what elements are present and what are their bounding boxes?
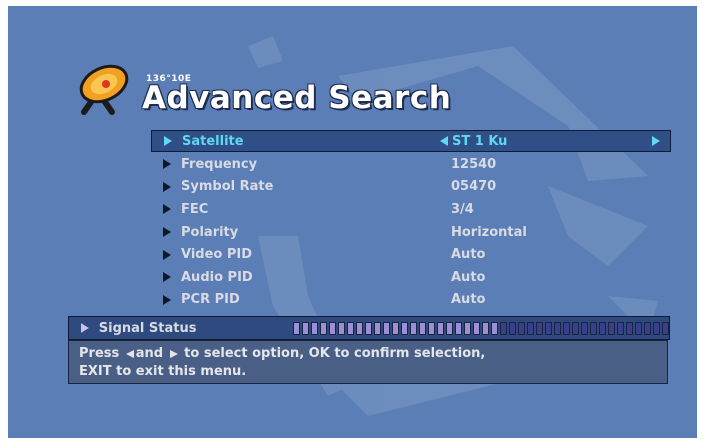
pointer-arrow-icon bbox=[163, 294, 171, 305]
left-arrow-icon bbox=[125, 349, 134, 358]
signal-segment bbox=[509, 321, 516, 335]
pointer-arrow-icon bbox=[163, 159, 171, 170]
signal-segment bbox=[662, 321, 669, 335]
menu-item-label: Audio PID bbox=[181, 269, 253, 285]
menu-item-symbol-rate[interactable]: Symbol Rate 05470 bbox=[151, 176, 671, 199]
signal-segment bbox=[392, 321, 399, 335]
signal-segment bbox=[653, 321, 660, 335]
left-arrow-icon[interactable] bbox=[438, 135, 450, 147]
menu-item-satellite[interactable]: Satellite ST 1 Ku bbox=[151, 130, 671, 152]
signal-segment bbox=[410, 321, 417, 335]
menu-item-frequency[interactable]: Frequency 12540 bbox=[151, 153, 671, 176]
menu-item-value: Auto bbox=[451, 269, 486, 285]
signal-segment bbox=[635, 321, 642, 335]
menu-item-video-pid[interactable]: Video PID Auto bbox=[151, 243, 671, 266]
menu-item-value: ST 1 Ku bbox=[452, 133, 508, 149]
signal-segment bbox=[473, 321, 480, 335]
menu-item-value: 05470 bbox=[451, 179, 497, 195]
menu-item-fec[interactable]: FEC 3/4 bbox=[151, 198, 671, 221]
signal-segment bbox=[608, 321, 615, 335]
signal-segment bbox=[572, 321, 579, 335]
menu-item-label: Polarity bbox=[181, 224, 239, 240]
menu-item-polarity[interactable]: Polarity Horizontal bbox=[151, 221, 671, 244]
tv-screen: 136°10E Advanced Search Satellite ST 1 K… bbox=[8, 6, 697, 438]
signal-segment bbox=[419, 321, 426, 335]
menu-item-label: Video PID bbox=[181, 247, 253, 263]
menu-item-label: Satellite bbox=[182, 133, 244, 149]
signal-segment bbox=[644, 321, 651, 335]
signal-segment bbox=[491, 321, 498, 335]
signal-level-meter bbox=[293, 321, 669, 335]
signal-segment bbox=[581, 321, 588, 335]
signal-segment bbox=[482, 321, 489, 335]
help-select-option: to select option, OK to confirm selectio… bbox=[184, 346, 486, 361]
pointer-arrow-icon bbox=[163, 272, 171, 283]
signal-segment bbox=[428, 321, 435, 335]
right-arrow-icon bbox=[169, 349, 178, 358]
menu-item-label: Frequency bbox=[181, 156, 258, 172]
signal-segment bbox=[500, 321, 507, 335]
signal-segment bbox=[563, 321, 570, 335]
pointer-arrow-icon bbox=[163, 181, 171, 192]
signal-segment bbox=[626, 321, 633, 335]
signal-segment bbox=[293, 321, 300, 335]
help-and: and bbox=[135, 346, 164, 361]
signal-segment bbox=[365, 321, 372, 335]
signal-segment bbox=[545, 321, 552, 335]
pointer-arrow-icon bbox=[163, 249, 171, 260]
signal-segment bbox=[311, 321, 318, 335]
signal-status-label: Signal Status bbox=[98, 320, 197, 336]
menu-item-value: 3/4 bbox=[451, 201, 474, 217]
signal-segment bbox=[320, 321, 327, 335]
menu-item-label: Symbol Rate bbox=[181, 179, 274, 195]
pointer-arrow-icon bbox=[163, 204, 171, 215]
menu-item-value: Horizontal bbox=[451, 224, 527, 240]
signal-segment bbox=[617, 321, 624, 335]
right-arrow-icon[interactable] bbox=[650, 135, 662, 147]
signal-segment bbox=[446, 321, 453, 335]
pointer-arrow-icon bbox=[80, 323, 89, 333]
signal-segment bbox=[464, 321, 471, 335]
signal-segment bbox=[437, 321, 444, 335]
help-exit: EXIT to exit this menu. bbox=[79, 364, 247, 379]
menu-item-pcr-pid[interactable]: PCR PID Auto bbox=[151, 289, 671, 312]
menu-item-value: Auto bbox=[451, 292, 486, 308]
help-press: Press bbox=[79, 346, 120, 361]
satellite-dish-icon bbox=[79, 64, 129, 115]
signal-segment bbox=[374, 321, 381, 335]
menu-item-value: Auto bbox=[451, 247, 486, 263]
signal-segment bbox=[455, 321, 462, 335]
menu-item-audio-pid[interactable]: Audio PID Auto bbox=[151, 266, 671, 289]
pointer-arrow-icon bbox=[163, 227, 171, 238]
signal-segment bbox=[527, 321, 534, 335]
signal-segment bbox=[356, 321, 363, 335]
signal-segment bbox=[338, 321, 345, 335]
signal-segment bbox=[329, 321, 336, 335]
page-title: Advanced Search bbox=[142, 80, 452, 116]
signal-status-bar: Signal Status bbox=[68, 316, 670, 340]
signal-segment bbox=[554, 321, 561, 335]
signal-segment bbox=[302, 321, 309, 335]
settings-menu: Satellite ST 1 Ku Frequency 12540 Symbol… bbox=[151, 130, 671, 311]
help-text: Press and to select option, OK to confir… bbox=[68, 340, 668, 384]
signal-segment bbox=[536, 321, 543, 335]
signal-segment bbox=[347, 321, 354, 335]
signal-segment bbox=[401, 321, 408, 335]
menu-item-label: PCR PID bbox=[181, 292, 240, 308]
signal-segment bbox=[599, 321, 606, 335]
signal-segment bbox=[383, 321, 390, 335]
menu-item-label: FEC bbox=[181, 201, 209, 217]
menu-item-value: 12540 bbox=[451, 156, 497, 172]
pointer-arrow-icon bbox=[164, 136, 172, 146]
signal-segment bbox=[590, 321, 597, 335]
signal-segment bbox=[518, 321, 525, 335]
